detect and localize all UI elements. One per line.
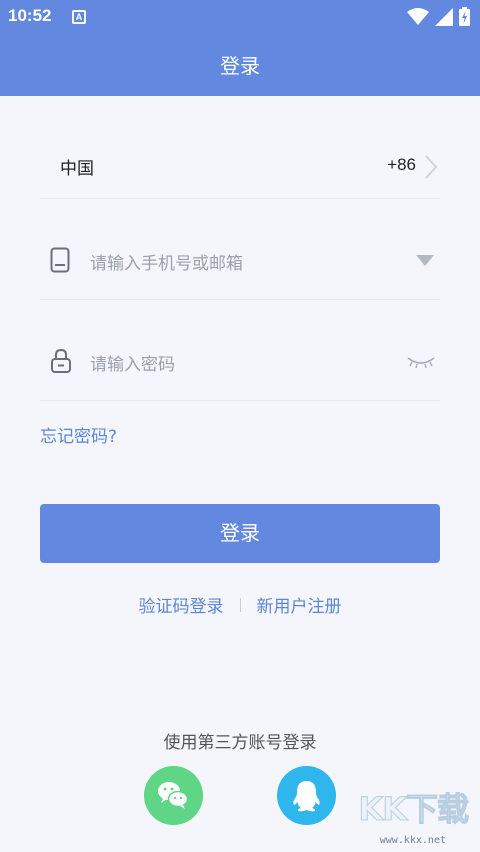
sms-login-link[interactable]: 验证码登录 (139, 592, 224, 617)
wechat-login-button[interactable] (144, 766, 203, 825)
login-button[interactable]: 登录 (40, 504, 440, 563)
site-watermark: KK下载 www.kkx.net (344, 790, 474, 850)
wechat-icon (158, 782, 189, 809)
battery-charging-icon (459, 7, 470, 26)
dropdown-arrow-icon[interactable] (416, 255, 434, 266)
signal-icon (435, 7, 453, 26)
wifi-icon (407, 7, 429, 25)
watermark-url: www.kkx.net (379, 835, 446, 846)
link-divider (239, 597, 241, 612)
phone-icon (50, 247, 70, 273)
status-bar: 10:52 A (0, 0, 480, 34)
status-time: 10:52 (8, 6, 52, 25)
status-icons (407, 7, 470, 26)
qq-login-button[interactable] (277, 766, 336, 825)
eye-closed-icon[interactable] (406, 354, 436, 370)
country-name: 中国 (60, 159, 94, 179)
phone-email-input[interactable]: 请输入手机号或邮箱 (90, 249, 243, 274)
alt-login-links: 验证码登录 新用户注册 (0, 592, 480, 617)
register-link[interactable]: 新用户注册 (257, 592, 342, 617)
app-header: 登录 (0, 34, 480, 96)
password-input[interactable]: 请输入密码 (90, 350, 175, 375)
lock-icon (51, 348, 71, 373)
qq-icon (293, 781, 320, 812)
country-code: +86 (387, 155, 416, 174)
watermark-logo: KK下载 (358, 790, 470, 829)
forgot-password-link[interactable]: 忘记密码? (40, 422, 117, 447)
password-field[interactable]: 请输入密码 (40, 300, 440, 401)
chevron-right-icon (425, 155, 438, 179)
page-title: 登录 (220, 54, 260, 78)
third-party-title: 使用第三方账号登录 (163, 733, 317, 753)
country-selector[interactable]: 中国 +86 (40, 116, 440, 199)
notification-badge-icon: A (72, 10, 86, 24)
phone-email-field[interactable]: 请输入手机号或邮箱 (40, 199, 440, 300)
